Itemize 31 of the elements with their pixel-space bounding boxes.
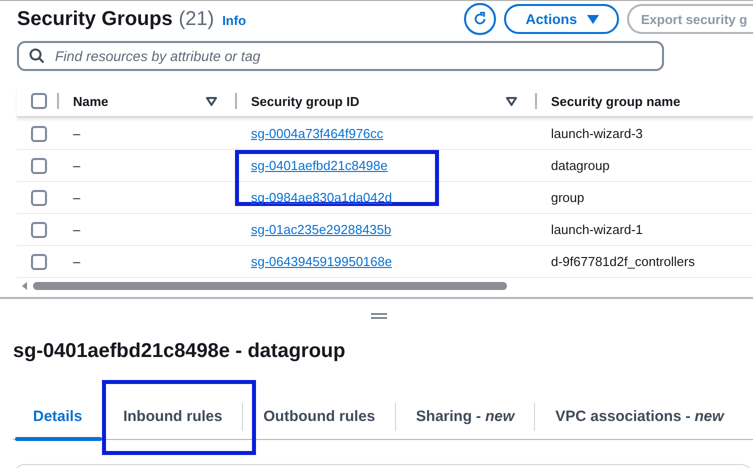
- tab[interactable]: Sharing - new: [396, 394, 534, 439]
- search-field[interactable]: Find resources by attribute or tag: [53, 47, 662, 65]
- info-link[interactable]: Info: [222, 13, 246, 28]
- column-header[interactable]: Name: [73, 94, 108, 108]
- detail-title: sg-0401aefbd21c8498e - datagroup: [13, 340, 346, 363]
- security-group-id-link[interactable]: sg-0004a73f464f976cc: [251, 126, 384, 141]
- table-cell: datagroup: [551, 158, 610, 173]
- tab[interactable]: Inbound rules: [103, 394, 242, 439]
- table-cell: d-9f67781d2f_controllers: [551, 254, 695, 269]
- table-cell: launch-wizard-3: [551, 126, 643, 141]
- export-button[interactable]: Export security g: [627, 4, 753, 34]
- security-group-id-link[interactable]: sg-01ac235e29288435b: [251, 222, 392, 237]
- actions-button[interactable]: Actions: [504, 4, 619, 34]
- security-group-id-link[interactable]: sg-0643945919950168e: [251, 254, 392, 269]
- table-cell: –: [73, 222, 80, 237]
- table-cell: launch-wizard-1: [551, 222, 643, 237]
- item-count: (21): [178, 8, 214, 30]
- tab[interactable]: Details: [13, 394, 102, 439]
- search-box[interactable]: Find resources by attribute or tag: [17, 41, 664, 71]
- page-title: Security Groups: [17, 8, 173, 30]
- table-cell: –: [73, 158, 80, 173]
- column-header[interactable]: Security group ID: [251, 94, 360, 108]
- tab[interactable]: VPC associations - new: [535, 394, 744, 439]
- table-cell: –: [73, 126, 80, 141]
- column-header[interactable]: Security group name: [551, 94, 680, 108]
- tab[interactable]: Outbound rules: [243, 394, 396, 439]
- table-cell: group: [551, 190, 584, 205]
- security-group-id-link[interactable]: sg-0984ae830a1da042d: [251, 190, 392, 205]
- table-cell: –: [73, 254, 80, 269]
- table-cell: –: [73, 190, 80, 205]
- security-group-id-link[interactable]: sg-0401aefbd21c8498e: [251, 158, 388, 173]
